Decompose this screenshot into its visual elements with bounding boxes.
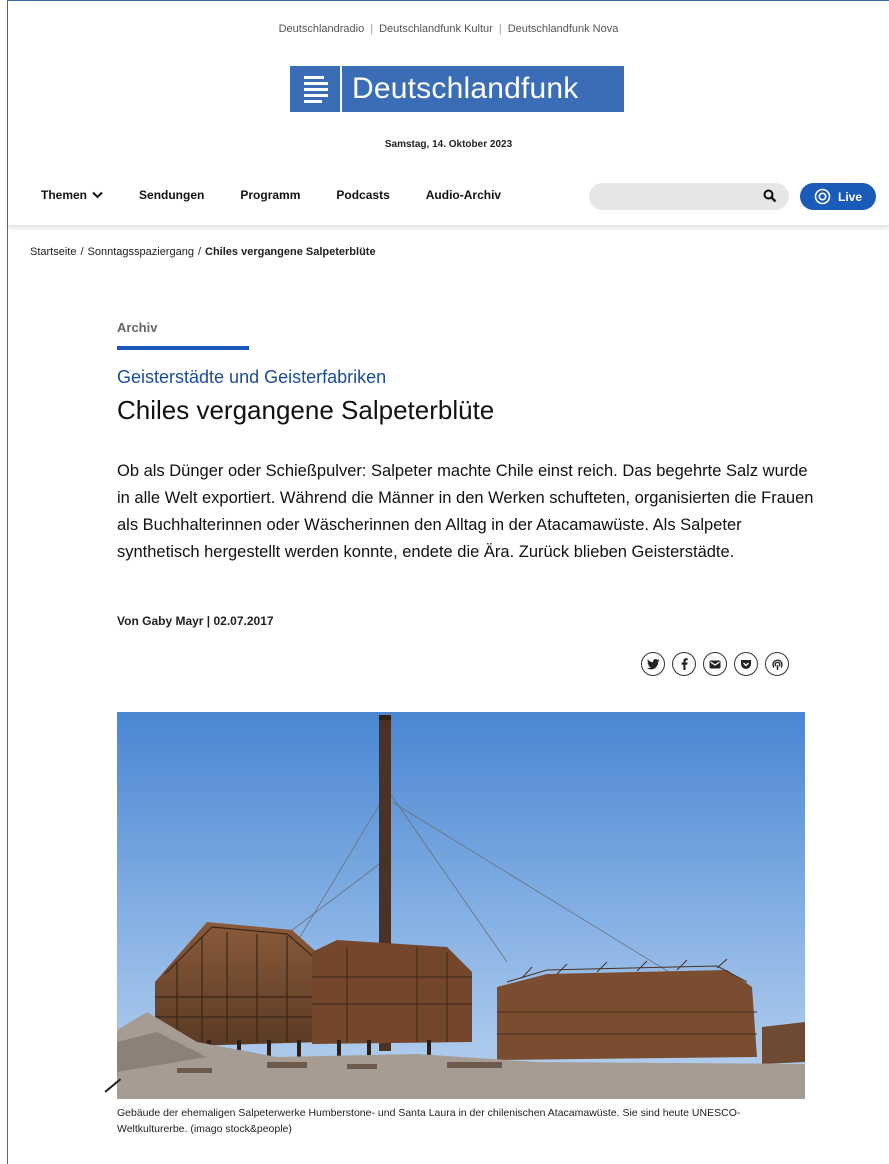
share-bar — [641, 652, 789, 676]
twitter-icon[interactable] — [641, 652, 665, 676]
breadcrumb-current: Chiles vergangene Salpeterblüte — [205, 246, 376, 258]
saltpeter-works-photo — [117, 712, 805, 1099]
facebook-icon[interactable] — [672, 652, 696, 676]
article-teaser: Ob als Dünger oder Schießpulver: Salpete… — [117, 462, 814, 561]
category-underline — [117, 346, 249, 350]
breadcrumb: Startseite / Sonntagsspaziergang / Chiles ve… — [30, 246, 376, 258]
article-byline: Von Gaby Mayr | 02.07.2017 — [117, 614, 274, 628]
family-link-deutschlandradio[interactable]: Deutschlandradio — [279, 23, 365, 35]
nav-item-label: Themen — [41, 188, 88, 202]
site-header: Deutschlandradio | Deutschlandfunk Kultur |… — [8, 1, 889, 225]
search-box — [589, 183, 789, 210]
article-subtitle: Geisterstädte und Geisterfabriken — [117, 367, 387, 387]
mail-icon[interactable] — [703, 652, 727, 676]
live-label: Live — [837, 189, 862, 204]
live-button[interactable]: Live — [800, 183, 876, 210]
nav-item-programm[interactable]: Programm — [240, 188, 300, 202]
podcast-icon[interactable] — [765, 652, 789, 676]
breadcrumb-startseite[interactable]: Startseite — [30, 246, 76, 258]
nav-item-label: Audio-Archiv — [425, 188, 502, 202]
image-caption: Gebäude der ehemaligen Salpeterwerke Hum… — [117, 1107, 741, 1135]
logo-text: Deutschlandfunk — [352, 72, 579, 105]
search-icon[interactable] — [763, 189, 777, 203]
nav-item-label: Sendungen — [139, 188, 205, 202]
nav-item-themen[interactable]: Themen — [41, 188, 103, 202]
chevron-down-icon — [92, 191, 103, 199]
pocket-icon[interactable] — [734, 652, 758, 676]
family-link-nova[interactable]: Deutschlandfunk Nova — [508, 23, 619, 35]
nav-item-label: Programm — [240, 188, 301, 202]
nav-item-sendungen[interactable]: Sendungen — [139, 188, 204, 202]
nav-item-label: Podcasts — [336, 188, 390, 202]
main-nav: Themen Sendungen Programm Podcasts Audio… — [41, 188, 537, 202]
article-title: Chiles vergangene Salpeterblüte — [117, 395, 495, 425]
article-image[interactable] — [117, 712, 805, 1099]
nav-item-podcasts[interactable]: Podcasts — [336, 188, 389, 202]
logo-divider — [340, 66, 342, 112]
family-link-kultur[interactable]: Deutschlandfunk Kultur — [379, 23, 493, 35]
site-logo[interactable]: Deutschlandfunk — [290, 66, 624, 112]
nav-item-audio-archiv[interactable]: Audio-Archiv — [426, 188, 501, 202]
family-links: Deutschlandradio | Deutschlandfunk Kultur |… — [278, 23, 619, 35]
article-category[interactable]: Archiv — [117, 320, 157, 335]
current-date: Samstag, 14. Oktober 2023 — [384, 139, 513, 150]
search-input[interactable] — [589, 183, 777, 210]
breadcrumb-sonntagsspaziergang[interactable]: Sonntagsspaziergang — [88, 246, 194, 258]
live-icon — [814, 188, 831, 205]
logo-mark-icon — [298, 71, 334, 107]
